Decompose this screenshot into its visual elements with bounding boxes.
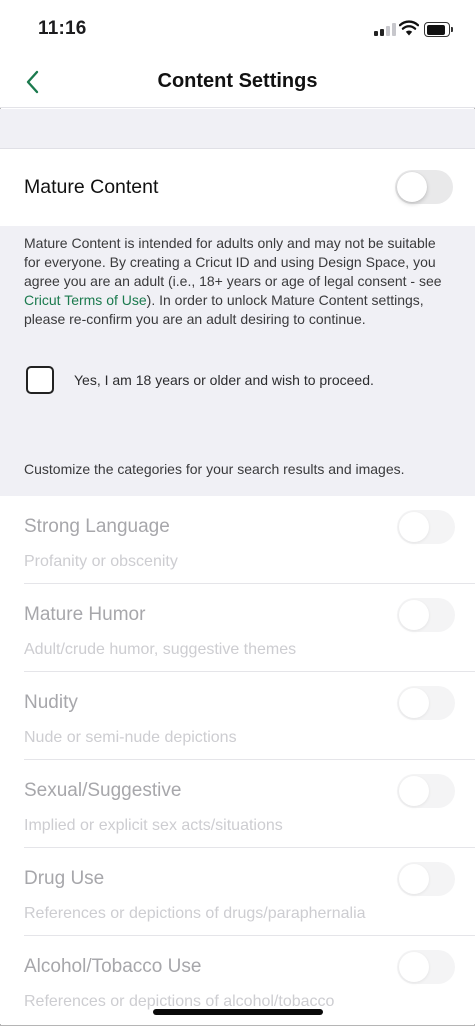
toggle-knob (399, 600, 429, 630)
strong-language-toggle[interactable] (397, 510, 455, 544)
category-subtitle: Profanity or obscenity (24, 553, 178, 570)
mature-humor-toggle[interactable] (397, 598, 455, 632)
battery-icon (424, 22, 453, 37)
category-subtitle: References or depictions of drugs/paraph… (24, 905, 366, 922)
status-time: 11:16 (38, 18, 87, 39)
category-row-drug-use: Drug Use References or depictions of dru… (0, 848, 475, 936)
category-title: Nudity (24, 692, 78, 713)
home-indicator[interactable] (153, 1009, 323, 1015)
category-subtitle: Adult/crude humor, suggestive themes (24, 641, 297, 658)
toggle-knob (397, 172, 427, 202)
mature-content-description: Mature Content is intended for adults on… (24, 234, 444, 329)
category-title: Drug Use (24, 868, 105, 889)
wifi-icon (399, 20, 419, 36)
toggle-knob (399, 776, 429, 806)
mature-content-toggle[interactable] (395, 170, 453, 204)
category-list: Strong Language Profanity or obscenity M… (0, 496, 475, 1024)
alcohol-tobacco-toggle[interactable] (397, 950, 455, 984)
toggle-knob (399, 864, 429, 894)
toggle-knob (399, 952, 429, 982)
category-row-nudity: Nudity Nude or semi-nude depictions (0, 672, 475, 760)
category-title: Sexual/Suggestive (24, 780, 182, 801)
toggle-knob (399, 688, 429, 718)
age-confirm-label[interactable]: Yes, I am 18 years or older and wish to … (74, 372, 374, 388)
navigation-bar: Content Settings (0, 56, 475, 108)
section-spacer-top (0, 109, 475, 148)
status-bar: 11:16 (0, 0, 475, 56)
nudity-toggle[interactable] (397, 686, 455, 720)
customize-categories-text: Customize the categories for your search… (24, 461, 405, 477)
category-subtitle: Implied or explicit sex acts/situations (24, 817, 283, 834)
age-confirm-checkbox[interactable] (26, 366, 54, 394)
drug-use-toggle[interactable] (397, 862, 455, 896)
category-row-sexual-suggestive: Sexual/Suggestive Implied or explicit se… (0, 760, 475, 848)
category-title: Alcohol/Tobacco Use (24, 956, 202, 977)
mature-content-label: Mature Content (24, 176, 159, 198)
cellular-signal-icon (374, 23, 396, 36)
page-title: Content Settings (157, 70, 318, 92)
cricut-terms-link[interactable]: Cricut Terms of Use (24, 292, 147, 308)
mature-content-row: Mature Content (0, 148, 475, 226)
description-text: Mature Content is intended for adults on… (24, 235, 442, 289)
category-subtitle: Nude or semi-nude depictions (24, 729, 237, 746)
toggle-knob (399, 512, 429, 542)
sexual-suggestive-toggle[interactable] (397, 774, 455, 808)
category-row-mature-humor: Mature Humor Adult/crude humor, suggesti… (0, 584, 475, 672)
category-title: Mature Humor (24, 604, 146, 625)
category-title: Strong Language (24, 516, 170, 537)
category-row-strong-language: Strong Language Profanity or obscenity (0, 496, 475, 584)
